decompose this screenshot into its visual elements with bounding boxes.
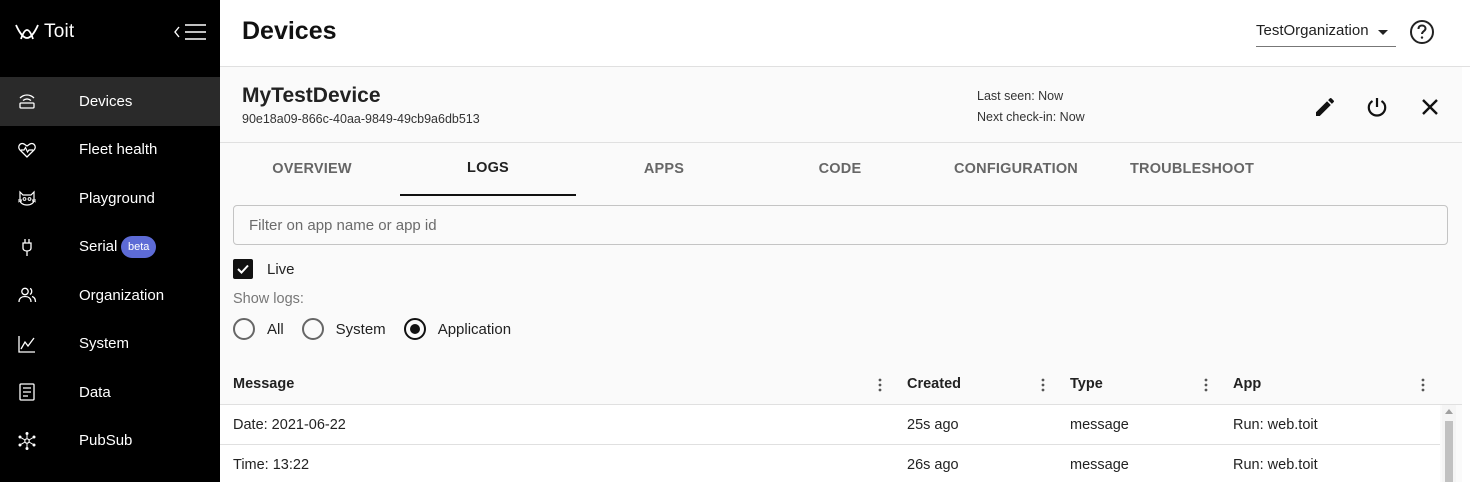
radio-checked-icon[interactable]	[403, 318, 426, 340]
page-title: Devices	[242, 17, 337, 45]
cell-message: Time: 13:22	[233, 457, 310, 473]
show-logs-label: Show logs:	[233, 291, 304, 307]
sidebar-nav: Devices Fleet health Playground Serial b…	[0, 77, 220, 465]
column-menu-icon[interactable]	[1200, 375, 1212, 395]
cell-created: 25s ago	[907, 417, 959, 433]
tab-troubleshoot[interactable]: TROUBLESHOOT	[1104, 143, 1280, 196]
column-header-type[interactable]: Type	[1070, 376, 1103, 392]
document-list-icon	[17, 382, 37, 402]
radio-label: System	[335, 320, 386, 338]
power-icon	[1367, 98, 1387, 117]
sidebar-item-pubsub[interactable]: PubSub	[0, 417, 220, 466]
radio-option-application[interactable]: Application	[403, 318, 512, 340]
column-header-message[interactable]: Message	[233, 376, 294, 392]
live-label: Live	[267, 260, 295, 278]
table-scrollbar[interactable]	[1442, 405, 1456, 482]
tab-logs[interactable]: LOGS	[400, 143, 576, 196]
toit-logo-icon	[15, 24, 39, 40]
device-tabs: OVERVIEW LOGS APPS CODE CONFIGURATION TR…	[220, 143, 1462, 196]
show-logs-radio-group: All System Application	[233, 317, 529, 341]
radio-icon[interactable]	[233, 318, 255, 340]
beta-badge: beta	[121, 235, 157, 258]
radio-icon[interactable]	[301, 318, 324, 340]
column-menu-icon[interactable]	[1417, 375, 1429, 395]
sidebar-item-label: Devices	[79, 92, 133, 110]
organization-select-value: TestOrganization	[1256, 22, 1369, 39]
close-button[interactable]	[1417, 94, 1443, 120]
sidebar-item-playground[interactable]: Playground	[0, 174, 220, 223]
cell-app: Run: web.toit	[1233, 457, 1318, 473]
sidebar-item-label: Playground	[79, 189, 155, 207]
table-row[interactable]: Date: 2021-06-22 25s ago message Run: we…	[220, 405, 1440, 445]
sidebar-item-label: Organization	[79, 286, 165, 304]
sidebar-item-system[interactable]: System	[0, 320, 220, 369]
cell-created: 26s ago	[907, 457, 959, 473]
column-menu-icon[interactable]	[874, 375, 886, 395]
tab-apps[interactable]: APPS	[576, 143, 752, 196]
device-header: MyTestDevice 90e18a09-866c-40aa-9849-49c…	[220, 67, 1462, 143]
people-icon	[17, 285, 37, 305]
pencil-icon	[1316, 97, 1335, 116]
page-scrollbar-track[interactable]	[1462, 67, 1470, 482]
radio-option-all[interactable]: All	[233, 318, 284, 340]
organization-select[interactable]: TestOrganization	[1256, 17, 1396, 47]
collapse-menu-button[interactable]	[174, 22, 208, 42]
help-circle-icon	[1410, 20, 1434, 44]
brand-name: Toit	[44, 21, 75, 42]
radio-label: All	[267, 320, 284, 338]
tab-code[interactable]: CODE	[752, 143, 928, 196]
tab-configuration[interactable]: CONFIGURATION	[928, 143, 1104, 196]
scrollbar-thumb[interactable]	[1445, 421, 1453, 482]
device-name: MyTestDevice	[242, 84, 381, 107]
cell-message: Date: 2021-06-22	[233, 417, 346, 433]
caret-down-icon	[1378, 30, 1388, 35]
edit-button[interactable]	[1312, 94, 1338, 120]
sidebar-item-devices[interactable]: Devices	[0, 77, 220, 126]
line-chart-icon	[17, 334, 37, 354]
next-checkin: Next check-in: Now	[977, 110, 1085, 124]
router-icon	[17, 91, 37, 111]
hub-nodes-icon	[17, 431, 37, 451]
cell-app: Run: web.toit	[1233, 417, 1318, 433]
sidebar-item-label: PubSub	[79, 432, 133, 450]
sidebar-item-serial[interactable]: Serial beta	[0, 223, 220, 272]
sidebar-item-label: Fleet health	[79, 141, 158, 159]
device-id: 90e18a09-866c-40aa-9849-49cb9a6db513	[242, 112, 480, 126]
sidebar: Toit Devices Fleet health Playground Ser…	[0, 0, 220, 482]
sidebar-item-label: Data	[79, 383, 111, 401]
device-panel: MyTestDevice 90e18a09-866c-40aa-9849-49c…	[220, 67, 1462, 482]
top-bar: Devices TestOrganization	[220, 0, 1470, 67]
radio-option-system[interactable]: System	[301, 318, 386, 340]
column-header-created[interactable]: Created	[907, 376, 961, 392]
scroll-up-arrow-icon[interactable]	[1445, 409, 1453, 414]
brand[interactable]: Toit	[14, 20, 74, 44]
usb-plug-icon	[17, 237, 37, 257]
cat-face-icon	[17, 188, 37, 208]
help-button[interactable]	[1409, 19, 1435, 45]
sidebar-item-fleet-health[interactable]: Fleet health	[0, 126, 220, 175]
logs-table-header: Message Created Type App	[220, 365, 1462, 405]
live-checkbox[interactable]: Live	[233, 257, 295, 281]
column-header-app[interactable]: App	[1233, 376, 1261, 392]
log-filter-input[interactable]	[233, 205, 1448, 245]
table-row[interactable]: Time: 13:22 26s ago message Run: web.toi…	[220, 445, 1440, 482]
sidebar-item-label: System	[79, 335, 130, 353]
radio-label: Application	[437, 320, 512, 338]
collapse-menu-icon	[174, 24, 206, 40]
power-button[interactable]	[1364, 94, 1390, 120]
sidebar-item-label: Serial	[79, 238, 118, 256]
column-menu-icon[interactable]	[1037, 375, 1049, 395]
last-seen: Last seen: Now	[977, 89, 1064, 103]
cell-type: message	[1070, 417, 1129, 433]
checkbox-checked-icon[interactable]	[233, 259, 253, 279]
close-icon	[1422, 99, 1438, 115]
heart-pulse-icon	[17, 140, 37, 160]
sidebar-item-data[interactable]: Data	[0, 368, 220, 417]
sidebar-item-organization[interactable]: Organization	[0, 271, 220, 320]
tab-overview[interactable]: OVERVIEW	[224, 143, 400, 196]
cell-type: message	[1070, 457, 1129, 473]
